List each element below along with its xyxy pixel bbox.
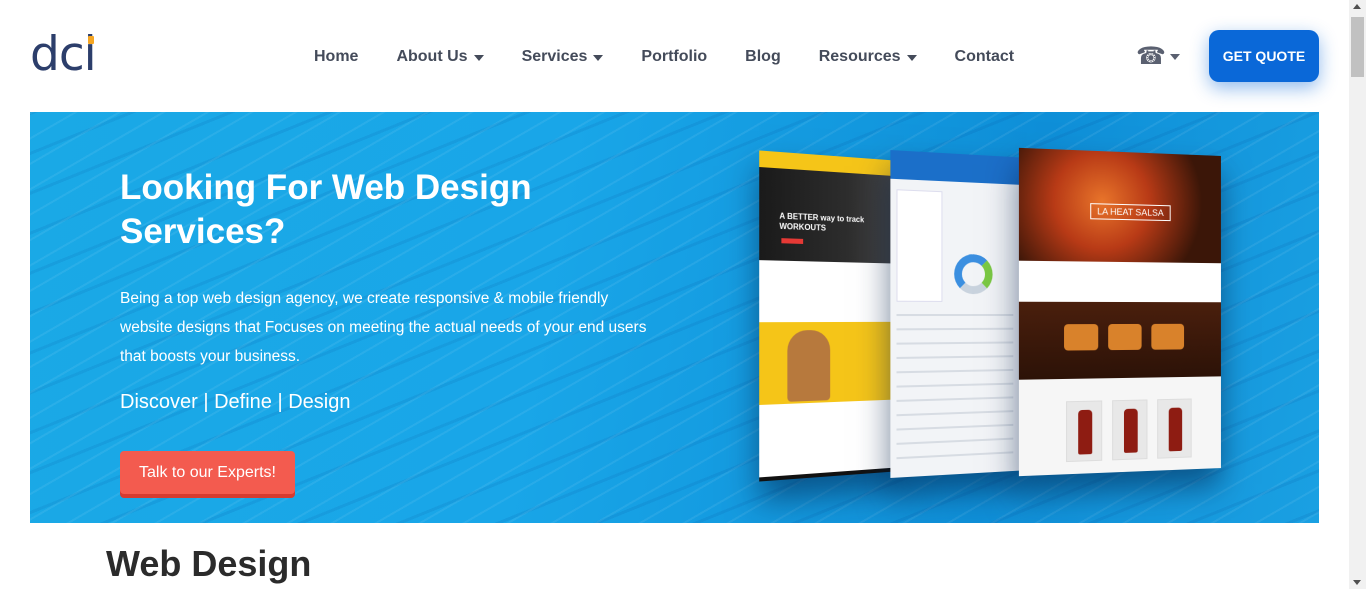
- logo-accent-dot: [87, 36, 94, 44]
- scroll-down-arrow-icon[interactable]: [1353, 580, 1361, 585]
- nav-item-home[interactable]: Home: [314, 48, 358, 66]
- main-nav: Home About Us Services Portfolio Blog Re…: [295, 42, 1033, 72]
- nav-item-contact[interactable]: Contact: [955, 48, 1015, 66]
- nav-item-blog[interactable]: Blog: [745, 48, 781, 66]
- nav-contact-label: Contact: [954, 48, 1015, 65]
- dashboard-site-mockup: [890, 150, 1027, 478]
- nav-about-label: About Us: [396, 48, 468, 65]
- nav-portfolio-label: Portfolio: [641, 48, 708, 65]
- hero-description: Being a top web design agency, we create…: [120, 290, 647, 365]
- hero-title: Looking For Web Design Services?: [120, 168, 532, 251]
- caret-down-icon: [906, 54, 917, 61]
- fitness-headline: A BETTER way to track WORKOUTS: [779, 211, 865, 233]
- nav-item-about-us[interactable]: About Us: [396, 48, 484, 66]
- caret-down-icon: [593, 54, 604, 61]
- section-title-web-design: Web Design: [106, 543, 312, 584]
- logo-text: dci: [30, 27, 97, 82]
- donut-chart-graphic: [954, 253, 993, 295]
- hero-tagline: Discover | Define | Design: [120, 391, 351, 413]
- nav-services-label: Services: [521, 48, 588, 65]
- fitness-site-mockup: A BETTER way to track WORKOUTS: [759, 150, 904, 482]
- nav-home-label: Home: [314, 48, 359, 65]
- dci-logo[interactable]: dci: [30, 27, 97, 82]
- nav-resources-label: Resources: [818, 48, 901, 65]
- nav-item-resources[interactable]: Resources: [819, 48, 917, 66]
- scrollbar-thumb[interactable]: [1351, 17, 1364, 77]
- talk-to-experts-button[interactable]: Talk to our Experts!: [120, 451, 295, 494]
- caret-down-icon: [1169, 53, 1180, 60]
- phone-dropdown[interactable]: ☎: [1136, 44, 1180, 68]
- caret-down-icon: [473, 54, 484, 61]
- site-header: dci Home About Us Services Portfolio Blo…: [0, 0, 1349, 112]
- get-quote-button[interactable]: GET QUOTE: [1209, 30, 1319, 82]
- vertical-scrollbar[interactable]: [1349, 0, 1366, 589]
- scroll-up-arrow-icon[interactable]: [1353, 4, 1361, 9]
- nav-item-services[interactable]: Services: [522, 48, 604, 66]
- hero-banner: Looking For Web Design Services? Being a…: [30, 112, 1319, 523]
- telephone-icon: ☎: [1136, 42, 1166, 70]
- nav-blog-label: Blog: [745, 48, 781, 65]
- salsa-site-mockup: LA HEAT SALSA: [1018, 147, 1221, 477]
- website-mockups-image: A BETTER way to track WORKOUTS LA HEAT S…: [720, 147, 1240, 492]
- salsa-badge: LA HEAT SALSA: [1090, 203, 1171, 222]
- nav-item-portfolio[interactable]: Portfolio: [641, 48, 707, 66]
